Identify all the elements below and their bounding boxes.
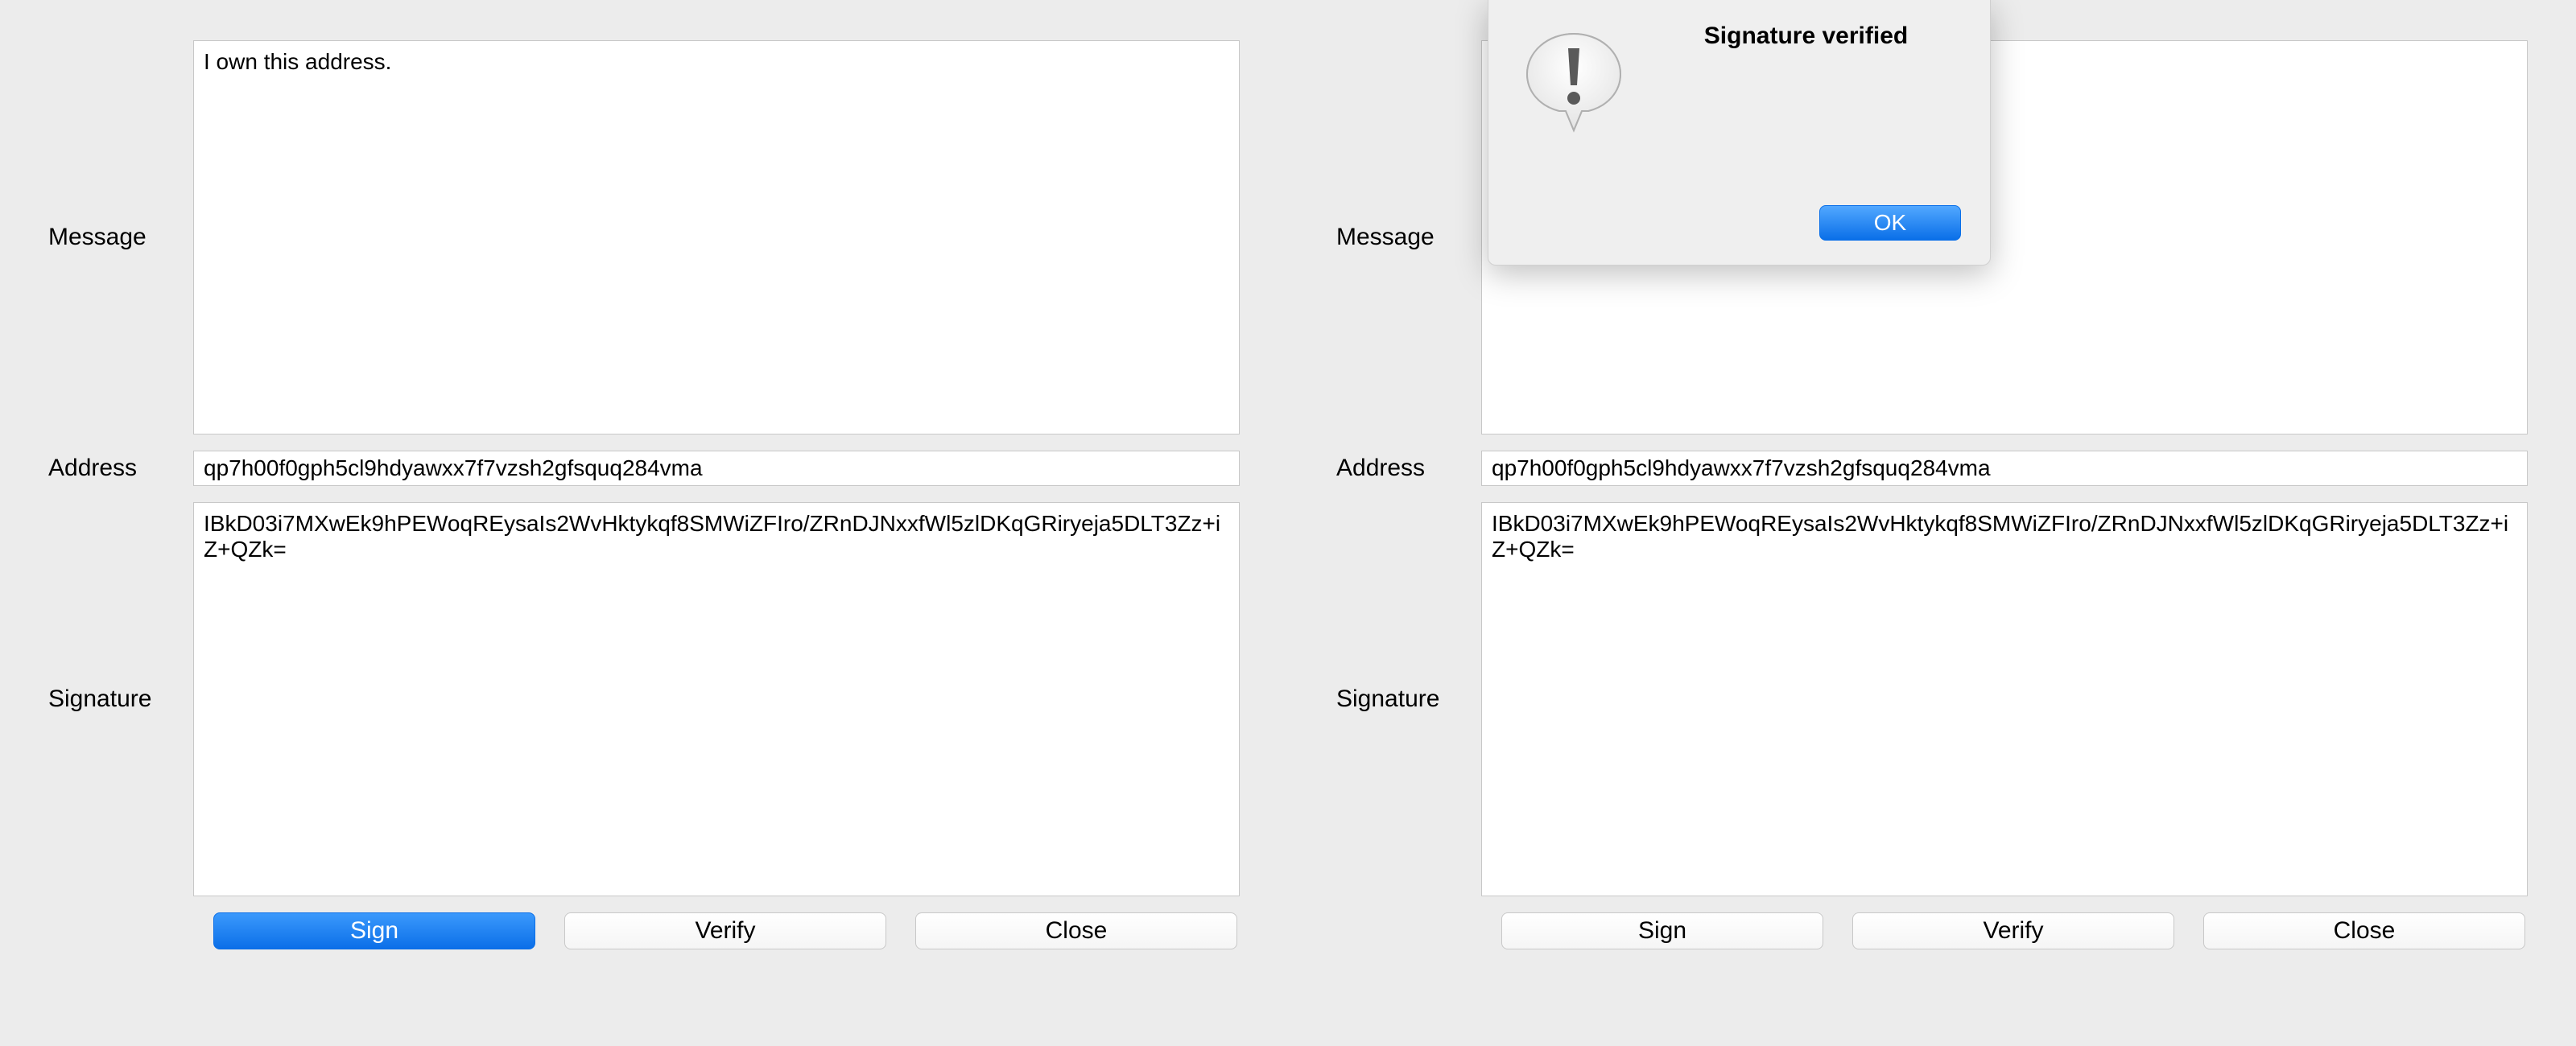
close-button[interactable]: Close [915, 912, 1237, 949]
verify-button[interactable]: Verify [1852, 912, 2174, 949]
signature-verified-dialog: Signature verified OK [1488, 0, 1991, 266]
signature-label: Signature [1336, 686, 1481, 713]
message-label: Message [48, 224, 193, 251]
sign-button[interactable]: Sign [213, 912, 535, 949]
signature-textarea[interactable]: IBkD03i7MXwEk9hPEWoqREysaIs2WvHktykqf8SM… [193, 502, 1240, 896]
button-row: Sign Verify Close [213, 912, 1240, 949]
message-label: Message [1336, 224, 1481, 251]
address-input[interactable] [193, 451, 1240, 486]
signature-label: Signature [48, 686, 193, 713]
alert-title: Signature verified [1651, 23, 1961, 50]
address-input[interactable] [1481, 451, 2528, 486]
close-button[interactable]: Close [2203, 912, 2525, 949]
signature-textarea[interactable]: IBkD03i7MXwEk9hPEWoqREysaIs2WvHktykqf8SM… [1481, 502, 2528, 896]
verify-button[interactable]: Verify [564, 912, 886, 949]
ok-button[interactable]: OK [1819, 205, 1961, 241]
address-label: Address [1336, 455, 1481, 482]
message-textarea[interactable]: I own this address. [193, 40, 1240, 434]
button-row: Sign Verify Close [1501, 912, 2528, 949]
alert-icon [1517, 27, 1630, 140]
sign-button[interactable]: Sign [1501, 912, 1823, 949]
address-label: Address [48, 455, 193, 482]
sign-verify-panel-right: Message I own this address. Address Sign… [1288, 0, 2576, 1046]
sign-verify-panel-left: Message I own this address. Address Sign… [0, 0, 1288, 1046]
